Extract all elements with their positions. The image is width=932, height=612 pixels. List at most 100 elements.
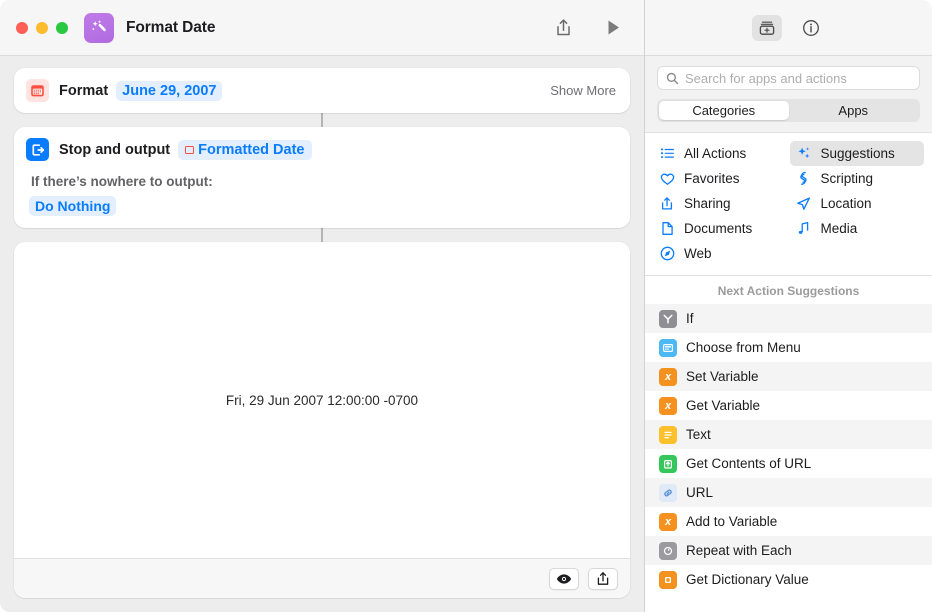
link-icon: [659, 484, 677, 502]
stop-output-icon: [26, 138, 49, 161]
compass-icon: [659, 246, 675, 262]
category-scripting[interactable]: Scripting: [790, 166, 925, 191]
heart-icon: [659, 171, 675, 187]
library-search-area: [645, 56, 932, 90]
window-titlebar: Format Date: [0, 0, 644, 56]
suggestions-list: If Choose from Menu x Set Variable x Get…: [645, 304, 932, 612]
action-label-stop-and-output: Stop and output: [59, 142, 170, 158]
list-item-label: Text: [686, 427, 711, 442]
action-connector-2: [321, 228, 323, 242]
magic-wand-icon: [84, 13, 114, 43]
get-url-icon: [659, 455, 677, 473]
formatted-date-token-label: Formatted Date: [198, 142, 304, 158]
category-label: Media: [821, 221, 858, 236]
sparkles-icon: [796, 146, 812, 162]
search-field[interactable]: [657, 66, 920, 90]
list-item[interactable]: Text: [645, 420, 932, 449]
category-label: Location: [821, 196, 872, 211]
category-media[interactable]: Media: [790, 216, 925, 241]
stop-output-header-row: Stop and output Formatted Date: [26, 138, 618, 161]
category-sharing[interactable]: Sharing: [653, 191, 788, 216]
scripting-icon: [796, 171, 812, 187]
show-more-button[interactable]: Show More: [550, 83, 616, 98]
list-item[interactable]: Repeat with Each: [645, 536, 932, 565]
category-documents[interactable]: Documents: [653, 216, 788, 241]
action-card-format[interactable]: Format June 29, 2007 Show More: [14, 68, 630, 113]
actions-canvas: Format June 29, 2007 Show More Stop and …: [0, 56, 644, 612]
action-label-format: Format: [59, 83, 108, 99]
list-item-label: Set Variable: [686, 369, 759, 384]
preview-result-text: Fri, 29 Jun 2007 12:00:00 -0700: [226, 393, 418, 408]
category-label: All Actions: [684, 146, 746, 161]
formatted-date-token[interactable]: Formatted Date: [178, 140, 311, 160]
list-item-label: Get Dictionary Value: [686, 572, 809, 587]
search-icon: [666, 72, 679, 85]
preview-body: Fri, 29 Jun 2007 12:00:00 -0700: [14, 242, 630, 558]
nowhere-to-output-label: If there’s nowhere to output:: [31, 174, 618, 189]
list-item[interactable]: x Add to Variable: [645, 507, 932, 536]
action-card-stop-and-output[interactable]: Stop and output Formatted Date If there’…: [14, 127, 630, 228]
category-label: Scripting: [821, 171, 874, 186]
traffic-lights: [16, 22, 68, 34]
preview-footer: [14, 558, 630, 598]
action-library-pane: Categories Apps All Actions: [645, 0, 932, 612]
menu-icon: [659, 339, 677, 357]
tab-apps[interactable]: Apps: [789, 101, 919, 120]
close-button[interactable]: [16, 22, 28, 34]
list-item-label: URL: [686, 485, 713, 500]
category-web[interactable]: Web: [653, 241, 788, 266]
search-input[interactable]: [685, 71, 911, 86]
library-segmented-control[interactable]: Categories Apps: [657, 99, 920, 122]
category-location[interactable]: Location: [790, 191, 925, 216]
list-item-label: Get Contents of URL: [686, 456, 811, 471]
date-token[interactable]: June 29, 2007: [116, 81, 222, 101]
zoom-button[interactable]: [56, 22, 68, 34]
dictionary-icon: [659, 571, 677, 589]
share-icon: [659, 196, 675, 212]
do-nothing-option[interactable]: Do Nothing: [29, 196, 116, 216]
shortcuts-window: Format Date: [0, 0, 932, 612]
list-item-label: If: [686, 311, 694, 326]
category-label: Documents: [684, 221, 752, 236]
list-item[interactable]: Get Contents of URL: [645, 449, 932, 478]
preview-card: Fri, 29 Jun 2007 12:00:00 -0700: [14, 242, 630, 598]
category-label: Suggestions: [821, 146, 895, 161]
variable-icon: x: [659, 368, 677, 386]
variable-icon: x: [659, 513, 677, 531]
list-item-label: Add to Variable: [686, 514, 777, 529]
variable-icon: x: [659, 397, 677, 415]
tab-categories[interactable]: Categories: [659, 101, 789, 120]
category-favorites[interactable]: Favorites: [653, 166, 788, 191]
list-item[interactable]: Get Dictionary Value: [645, 565, 932, 594]
repeat-icon: [659, 542, 677, 560]
list-item-label: Repeat with Each: [686, 543, 792, 558]
variable-square-icon: [185, 146, 194, 154]
music-note-icon: [796, 221, 812, 237]
suggestions-header: Next Action Suggestions: [645, 275, 932, 304]
list-item[interactable]: Choose from Menu: [645, 333, 932, 362]
category-all-actions[interactable]: All Actions: [653, 141, 788, 166]
text-icon: [659, 426, 677, 444]
info-icon[interactable]: [796, 15, 826, 41]
action-library-button[interactable]: [752, 15, 782, 41]
category-label: Favorites: [684, 171, 740, 186]
shortcut-editor-pane: Format Date: [0, 0, 645, 612]
page-title: Format Date: [126, 19, 215, 37]
category-suggestions[interactable]: Suggestions: [790, 141, 925, 166]
action-connector: [321, 113, 323, 127]
location-arrow-icon: [796, 196, 812, 212]
share-button[interactable]: [548, 14, 578, 42]
list-item[interactable]: URL: [645, 478, 932, 507]
category-grid: All Actions Suggestions: [645, 132, 932, 275]
if-icon: [659, 310, 677, 328]
list-item[interactable]: If: [645, 304, 932, 333]
list-item[interactable]: x Set Variable: [645, 362, 932, 391]
library-toolbar: [645, 0, 932, 56]
calendar-icon: [26, 79, 49, 102]
list-item-label: Choose from Menu: [686, 340, 801, 355]
preview-share-button[interactable]: [588, 568, 618, 590]
quick-look-button[interactable]: [549, 568, 579, 590]
run-button[interactable]: [598, 14, 628, 42]
minimize-button[interactable]: [36, 22, 48, 34]
list-item[interactable]: x Get Variable: [645, 391, 932, 420]
